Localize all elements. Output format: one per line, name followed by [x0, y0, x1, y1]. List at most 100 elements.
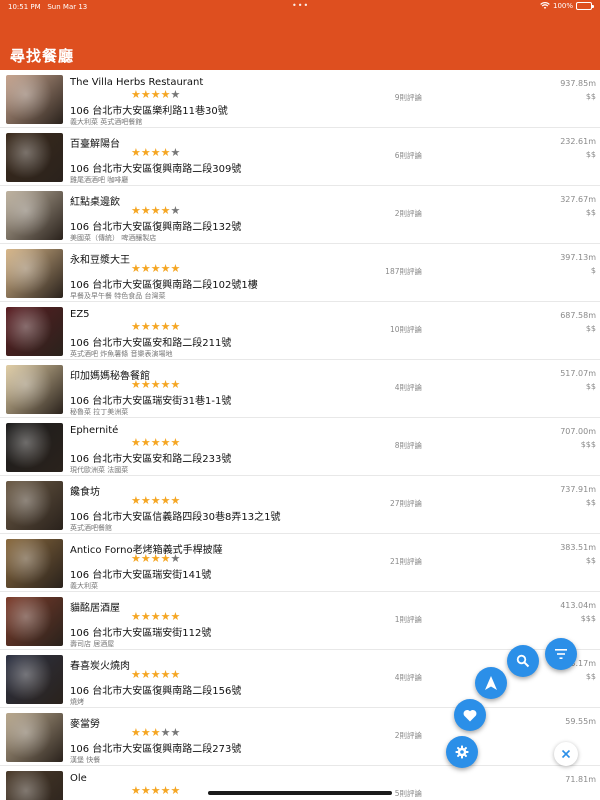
star-filled-icon: ★ [131, 88, 141, 101]
star-filled-icon: ★ [160, 784, 171, 797]
rating-stars: ★★★★★ [131, 495, 180, 506]
restaurant-tags: 義大利菜 英式酒吧餐館 [70, 118, 143, 126]
distance: 59.55m [565, 717, 596, 726]
status-time: 10:51 PM Sun Mar 13 [8, 3, 88, 11]
star-filled-icon: ★ [150, 204, 161, 217]
restaurant-address: 106 台北市大安區瑞安街112號 [70, 628, 212, 639]
star-filled-icon: ★ [160, 204, 171, 217]
star-filled-icon: ★ [160, 494, 171, 507]
star-filled-icon: ★ [131, 204, 141, 217]
favorites-button[interactable] [454, 699, 486, 731]
star-filled-icon: ★ [160, 146, 171, 159]
distance: 327.67m [560, 195, 596, 204]
star-filled-icon: ★ [160, 668, 171, 681]
settings-button[interactable] [446, 736, 478, 768]
review-count: 4則評論 [394, 673, 422, 682]
star-filled-icon: ★ [150, 378, 161, 391]
restaurant-address: 106 台北市大安區瑞安街31巷1-1號 [70, 396, 232, 407]
star-filled-icon: ★ [160, 610, 171, 623]
multitasking-dots[interactable]: ••• [292, 1, 309, 10]
restaurant-tags: 美國菜（傳統） 啤酒釀製店 [70, 234, 157, 242]
navigate-button[interactable] [475, 667, 507, 699]
restaurant-photo [6, 597, 63, 646]
price-level: $$ [585, 382, 596, 391]
star-filled-icon: ★ [170, 784, 181, 797]
restaurant-row[interactable]: 印加媽媽秘魯餐館 ★★★★★ 106 台北市大安區瑞安街31巷1-1號 秘魯菜 拉丁美… [0, 360, 600, 418]
restaurant-row[interactable]: 饞食坊 ★★★★★ 106 台北市大安區信義路四段30巷8弄13之1號 英式酒吧餐館 2… [0, 476, 600, 534]
star-filled-icon: ★ [150, 436, 161, 449]
star-empty-icon: ★ [170, 88, 181, 101]
restaurant-name: 麥當勞 [70, 719, 100, 730]
rating-stars: ★★★★★ [131, 263, 180, 274]
star-filled-icon: ★ [160, 88, 171, 101]
restaurant-row[interactable]: 貓酩居酒屋 ★★★★★ 106 台北市大安區瑞安街112號 壽司店 居酒屋 1則評論 41… [0, 592, 600, 650]
star-filled-icon: ★ [140, 88, 151, 101]
restaurant-photo [6, 365, 63, 414]
filter-button[interactable] [545, 638, 577, 670]
star-empty-icon: ★ [170, 552, 181, 565]
star-filled-icon: ★ [131, 146, 141, 159]
star-filled-icon: ★ [131, 610, 141, 623]
restaurant-row[interactable]: 紅點桌邊飲 ★★★★★ 106 台北市大安區復興南路二段132號 美國菜（傳統） 啤酒… [0, 186, 600, 244]
distance: 937.85m [560, 79, 596, 88]
distance: 413.04m [560, 601, 596, 610]
restaurant-name: 紅點桌邊飲 [70, 197, 120, 208]
search-button[interactable] [507, 645, 539, 677]
price-level: $ [590, 266, 596, 275]
star-filled-icon: ★ [140, 204, 151, 217]
home-indicator[interactable] [208, 791, 392, 795]
price-level: $$$ [580, 440, 596, 449]
review-count: 2則評論 [394, 209, 422, 218]
close-menu-button[interactable] [554, 742, 578, 766]
restaurant-row[interactable]: 麥當勞 ★★★★★ 106 台北市大安區復興南路二段273號 漢堡 快餐 2則評論 59.… [0, 708, 600, 766]
price-level: $$ [585, 556, 596, 565]
restaurant-address: 106 台北市大安區安和路二段211號 [70, 338, 232, 349]
distance: 397.13m [560, 253, 596, 262]
restaurant-row[interactable]: The Villa Herbs Restaurant ★★★★★ 106 台北市大安… [0, 70, 600, 128]
restaurant-name: 貓酩居酒屋 [70, 603, 120, 614]
restaurant-row[interactable]: 永和豆漿大王 ★★★★★ 106 台北市大安區復興南路二段102號1樓 早餐及早午餐 … [0, 244, 600, 302]
restaurant-row[interactable]: 百臺解陽台 ★★★★★ 106 台北市大安區復興南路二段309號 雞尾酒酒吧 咖啡廳 6… [0, 128, 600, 186]
rating-stars: ★★★★★ [131, 437, 180, 448]
restaurant-name: Ephernité [70, 425, 119, 436]
restaurant-photo [6, 655, 63, 704]
star-filled-icon: ★ [160, 552, 171, 565]
restaurant-row[interactable]: Ephernité ★★★★★ 106 台北市大安區安和路二段233號 現代歐洲菜 法… [0, 418, 600, 476]
restaurant-photo [6, 133, 63, 182]
status-bar: 10:51 PM Sun Mar 13 ••• 100% [0, 0, 600, 14]
restaurant-photo [6, 75, 63, 124]
distance: 707.00m [560, 427, 596, 436]
star-filled-icon: ★ [150, 726, 161, 739]
distance: 737.91m [560, 485, 596, 494]
star-filled-icon: ★ [160, 320, 171, 333]
star-filled-icon: ★ [150, 320, 161, 333]
restaurant-name: 百臺解陽台 [70, 139, 120, 150]
restaurant-tags: 現代歐洲菜 法國菜 [70, 466, 129, 474]
heart-icon [463, 709, 477, 721]
restaurant-tags: 義大利菜 [70, 582, 98, 590]
star-filled-icon: ★ [131, 784, 141, 797]
star-filled-icon: ★ [140, 552, 151, 565]
star-filled-icon: ★ [140, 320, 151, 333]
gear-icon [455, 745, 469, 759]
filter-icon [555, 649, 567, 659]
restaurant-list[interactable]: The Villa Herbs Restaurant ★★★★★ 106 台北市大安… [0, 70, 600, 800]
rating-stars: ★★★★★ [131, 553, 180, 564]
star-filled-icon: ★ [140, 262, 151, 275]
restaurant-tags: 燒烤 [70, 698, 84, 706]
restaurant-row[interactable]: EZ5 ★★★★★ 106 台北市大安區安和路二段211號 英式酒吧 炸魚薯條 音樂表… [0, 302, 600, 360]
star-filled-icon: ★ [150, 494, 161, 507]
rating-stars: ★★★★★ [131, 669, 180, 680]
star-filled-icon: ★ [131, 668, 141, 681]
distance: 687.58m [560, 311, 596, 320]
restaurant-tags: 早餐及早午餐 特色食品 台灣菜 [70, 292, 166, 300]
review-count: 6則評論 [394, 151, 422, 160]
star-filled-icon: ★ [131, 262, 141, 275]
star-filled-icon: ★ [160, 436, 171, 449]
rating-stars: ★★★★★ [131, 321, 180, 332]
restaurant-row[interactable]: Antico Forno老烤箱義式手桿披薩 ★★★★★ 106 台北市大安區瑞安街1… [0, 534, 600, 592]
restaurant-address: 106 台北市大安區復興南路二段273號 [70, 744, 242, 755]
star-filled-icon: ★ [140, 378, 151, 391]
restaurant-address: 106 台北市大安區瑞安街141號 [70, 570, 212, 581]
star-empty-icon: ★ [170, 204, 181, 217]
